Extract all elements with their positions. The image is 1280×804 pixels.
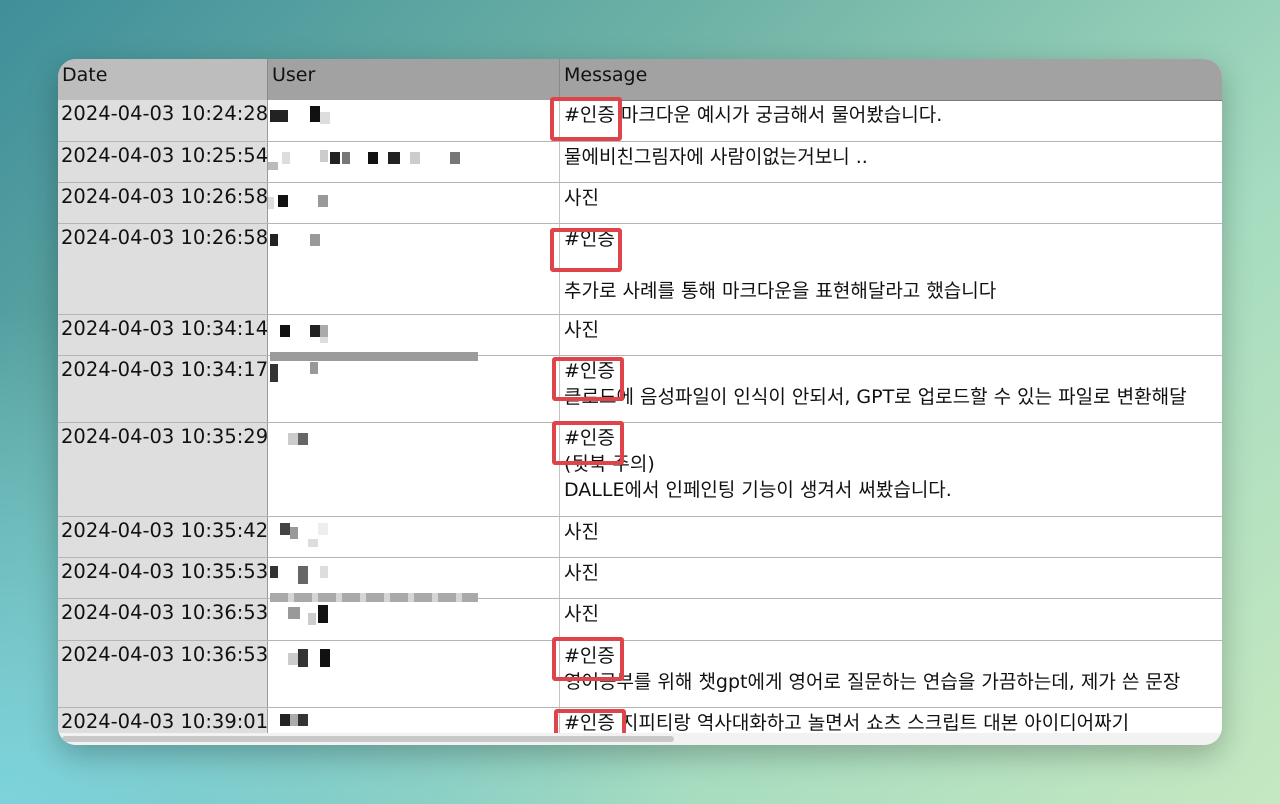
table-header: Date User Message: [58, 59, 1222, 101]
date-cell: 2024-04-03 10:34:14: [58, 315, 268, 355]
table-row[interactable]: 2024-04-03 10:35:42 사진: [58, 517, 1222, 558]
hashtag-highlight-box: [552, 637, 624, 681]
date-cell: 2024-04-03 10:34:17: [58, 356, 268, 422]
message-line: 영어공부를 위해 챗gpt에게 영어로 질문하는 연습을 가끔하는데, 제가 쓴…: [564, 671, 1181, 693]
column-header-message[interactable]: Message: [560, 59, 1222, 100]
message-line: #인증: [564, 645, 615, 667]
date-cell: 2024-04-03 10:36:53: [58, 641, 268, 707]
date-cell: 2024-04-03 10:36:53: [58, 599, 268, 640]
date-cell: 2024-04-03 10:35:42: [58, 517, 268, 557]
user-cell-redacted: [268, 315, 560, 355]
message-line: #인증: [564, 360, 615, 382]
message-line: 사진: [564, 521, 599, 543]
table-row[interactable]: 2024-04-03 10:34:17 #인증 클로드에 음성파일이 인식이 안…: [58, 352, 1222, 423]
message-line: (뒷북 주의): [564, 453, 655, 475]
message-line: 클로드에 음성파일이 인식이 안되서, GPT로 업로드할 수 있는 파일로 변…: [564, 386, 1187, 408]
message-line: 사진: [564, 319, 599, 341]
message-cell: 사진: [560, 517, 1222, 557]
user-cell-redacted: [268, 183, 560, 223]
user-cell-redacted: [268, 142, 560, 182]
message-cell: #인증 영어공부를 위해 챗gpt에게 영어로 질문하는 연습을 가끔하는데, …: [560, 641, 1222, 707]
user-cell-redacted: [268, 423, 560, 516]
user-cell-redacted: [268, 558, 560, 598]
message-cell: 사진: [560, 558, 1222, 598]
table-row[interactable]: 2024-04-03 10:36:53 사진: [58, 593, 1222, 641]
message-line: 사진: [564, 187, 599, 209]
table-row[interactable]: 2024-04-03 10:24:28 #인증 마크다운 예시가 궁금해서 물어…: [58, 100, 1222, 142]
date-cell: 2024-04-03 10:35:29: [58, 423, 268, 516]
message-cell: 물에비친그림자에 사람이없는거보니 ..: [560, 142, 1222, 182]
message-cell: 사진: [560, 183, 1222, 223]
column-header-user[interactable]: User: [268, 59, 560, 100]
scrollbar-thumb[interactable]: [62, 736, 674, 742]
hashtag-highlight-box: [552, 421, 624, 465]
table-row[interactable]: 2024-04-03 10:26:58 #인증 추가로 사례를 통해 마크다운을…: [58, 224, 1222, 315]
hashtag-highlight-box: [550, 97, 622, 141]
table-row[interactable]: 2024-04-03 10:26:58 사진: [58, 183, 1222, 224]
message-line: 사진: [564, 603, 599, 625]
table-row[interactable]: 2024-04-03 10:25:54 물에비친그림자에 사람이없는거보니 ..: [58, 142, 1222, 183]
table-row[interactable]: 2024-04-03 10:35:29 #인증 (뒷북 주의) DALLE에서 …: [58, 423, 1222, 517]
date-cell: 2024-04-03 10:25:54: [58, 142, 268, 182]
user-cell-redacted: [268, 224, 560, 314]
hashtag-highlight-box: [552, 357, 624, 401]
message-line: #인증: [564, 427, 615, 449]
table-window: Date User Message 2024-04-03 10:24:28 #인…: [58, 59, 1222, 745]
hashtag-highlight-box: [550, 228, 622, 272]
date-cell: 2024-04-03 10:24:28: [58, 100, 268, 141]
message-line: DALLE에서 인페인팅 기능이 생겨서 써봤습니다.: [564, 479, 952, 501]
user-cell-redacted: [268, 593, 560, 640]
message-cell: #인증 클로드에 음성파일이 인식이 안되서, GPT로 업로드할 수 있는 파…: [560, 356, 1222, 422]
message-cell: 사진: [560, 315, 1222, 355]
date-cell: 2024-04-03 10:26:58: [58, 183, 268, 223]
horizontal-scrollbar[interactable]: [58, 733, 1222, 745]
message-line: #인증: [564, 228, 615, 250]
message-line: 물에비친그림자에 사람이없는거보니 ..: [564, 146, 868, 168]
date-cell: 2024-04-03 10:35:53: [58, 558, 268, 598]
column-header-date[interactable]: Date: [58, 59, 268, 100]
message-cell: #인증 마크다운 예시가 궁금해서 물어봤습니다.: [560, 100, 1222, 141]
date-cell: 2024-04-03 10:26:58: [58, 224, 268, 314]
user-cell-redacted: [268, 641, 560, 707]
table-body: 2024-04-03 10:24:28 #인증 마크다운 예시가 궁금해서 물어…: [58, 100, 1222, 742]
table-row[interactable]: 2024-04-03 10:34:14 사진: [58, 315, 1222, 356]
message-line: [564, 252, 1222, 278]
message-cell: 사진: [560, 599, 1222, 640]
user-cell-redacted: [268, 517, 560, 557]
user-cell-redacted: [268, 352, 560, 422]
message-line: 추가로 사례를 통해 마크다운을 표현해달라고 했습니다: [564, 280, 997, 302]
message-cell: #인증 추가로 사례를 통해 마크다운을 표현해달라고 했습니다: [560, 224, 1222, 314]
user-cell-redacted: [268, 100, 560, 141]
message-line: 사진: [564, 562, 599, 584]
message-line: #인증 마크다운 예시가 궁금해서 물어봤습니다.: [564, 104, 943, 126]
table-row[interactable]: 2024-04-03 10:36:53 #인증 영어공부를 위해 챗gpt에게 …: [58, 641, 1222, 708]
message-cell: #인증 (뒷북 주의) DALLE에서 인페인팅 기능이 생겨서 써봤습니다.: [560, 423, 1222, 516]
table-row[interactable]: 2024-04-03 10:35:53 사진: [58, 558, 1222, 599]
